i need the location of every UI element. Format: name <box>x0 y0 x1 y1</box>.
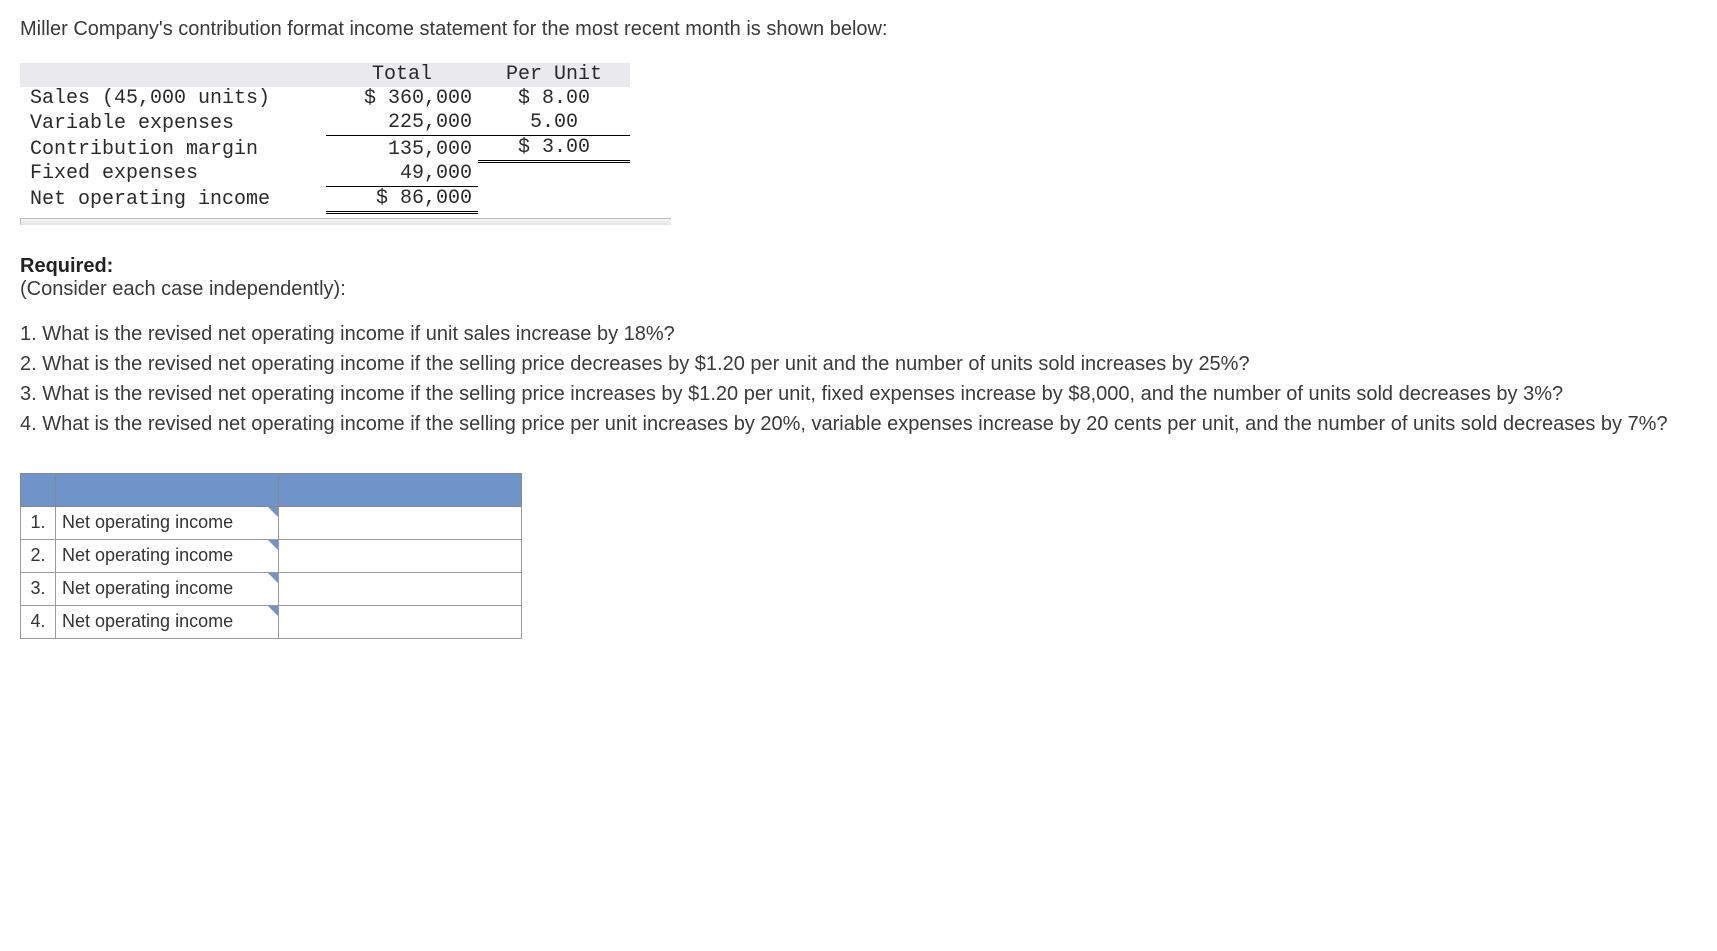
answer-input-2[interactable] <box>279 539 522 572</box>
answer-header-blank-3 <box>279 473 522 506</box>
dropdown-corner-icon <box>268 507 278 517</box>
answer-label-4: Net operating income <box>56 605 279 638</box>
label-sales: Sales (45,000 units) <box>20 87 326 111</box>
unit-noi <box>478 186 630 212</box>
answer-num-4: 4. <box>21 605 56 638</box>
answer-header-blank-1 <box>21 473 56 506</box>
required-header: Required: (Consider each case independen… <box>20 255 1697 301</box>
intro-text: Miller Company's contribution format inc… <box>20 18 1697 41</box>
questions-block: 1. What is the revised net operating inc… <box>20 319 1697 439</box>
row-net-operating-income: Net operating income $ 86,000 <box>20 186 630 212</box>
unit-sales: $ 8.00 <box>478 87 630 111</box>
answer-input-1[interactable] <box>279 506 522 539</box>
row-variable-expenses: Variable expenses 225,000 5.00 <box>20 111 630 136</box>
answer-row-4: 4. Net operating income <box>21 605 522 638</box>
income-header-row: Total Per Unit <box>20 63 630 87</box>
unit-varexp: 5.00 <box>478 111 630 136</box>
total-sales: $ 360,000 <box>326 87 478 111</box>
label-varexp: Variable expenses <box>20 111 326 136</box>
answer-num-2: 2. <box>21 539 56 572</box>
answer-row-3: 3. Net operating income <box>21 572 522 605</box>
label-cm: Contribution margin <box>20 136 326 162</box>
answer-header-blank-2 <box>56 473 279 506</box>
row-contribution-margin: Contribution margin 135,000 $ 3.00 <box>20 136 630 162</box>
col-header-unit: Per Unit <box>478 63 630 87</box>
answer-row-2: 2. Net operating income <box>21 539 522 572</box>
row-sales: Sales (45,000 units) $ 360,000 $ 8.00 <box>20 87 630 111</box>
answer-row-1: 1. Net operating income <box>21 506 522 539</box>
answer-input-3[interactable] <box>279 572 522 605</box>
dropdown-corner-icon <box>268 606 278 616</box>
question-3: 3. What is the revised net operating inc… <box>20 379 1697 409</box>
required-title: Required: <box>20 255 113 277</box>
question-4: 4. What is the revised net operating inc… <box>20 409 1697 439</box>
label-noi: Net operating income <box>20 186 326 212</box>
question-2: 2. What is the revised net operating inc… <box>20 349 1697 379</box>
answer-input-4[interactable] <box>279 605 522 638</box>
total-fixed: 49,000 <box>326 162 478 187</box>
total-varexp: 225,000 <box>326 111 478 136</box>
total-cm: 135,000 <box>326 136 478 162</box>
answer-num-3: 3. <box>21 572 56 605</box>
dropdown-corner-icon <box>268 540 278 550</box>
answreferred editable-header-row <box>21 473 522 506</box>
label-fixed: Fixed expenses <box>20 162 326 187</box>
row-fixed-expenses: Fixed expenses 49,000 <box>20 162 630 187</box>
question-1: 1. What is the revised net operating inc… <box>20 319 1697 349</box>
unit-fixed <box>478 162 630 187</box>
total-noi: $ 86,000 <box>326 186 478 212</box>
unit-cm: $ 3.00 <box>478 136 630 162</box>
answer-table: 1. Net operating income 2. Net operating… <box>20 473 522 639</box>
answer-label-1: Net operating income <box>56 506 279 539</box>
answer-num-1: 1. <box>21 506 56 539</box>
table-shadow-divider <box>20 218 671 225</box>
answer-label-3: Net operating income <box>56 572 279 605</box>
col-header-total: Total <box>326 63 478 87</box>
answer-label-2: Net operating income <box>56 539 279 572</box>
income-statement-table: Total Per Unit Sales (45,000 units) $ 36… <box>20 63 630 214</box>
dropdown-corner-icon <box>268 573 278 583</box>
required-subtitle: (Consider each case independently): <box>20 278 346 300</box>
